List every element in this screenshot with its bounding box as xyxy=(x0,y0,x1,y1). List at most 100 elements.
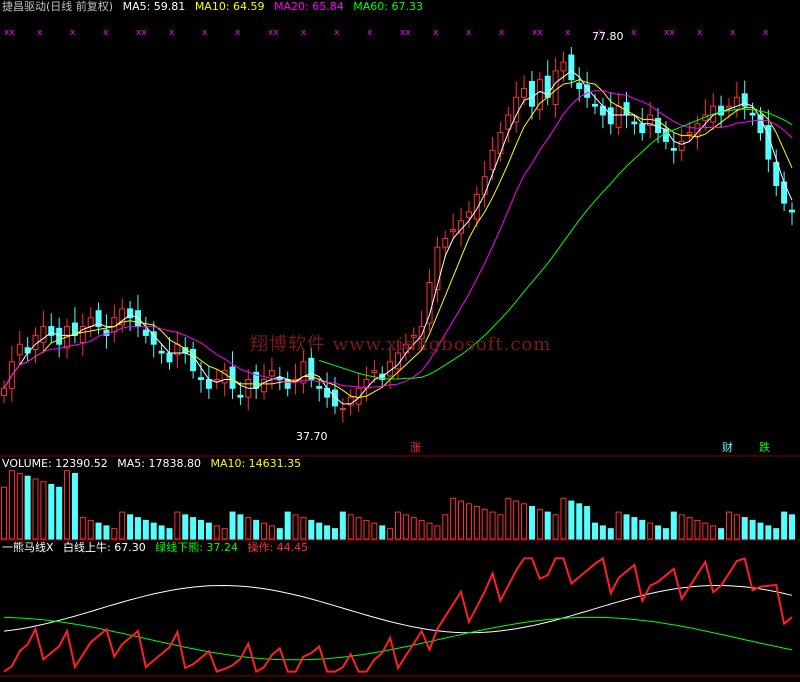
candle-body xyxy=(371,370,378,373)
candle-body xyxy=(670,147,677,151)
x-marker: xx xyxy=(4,28,15,38)
x-marker: x xyxy=(367,28,373,38)
candle-body xyxy=(465,211,472,218)
volume-bar xyxy=(339,511,346,540)
x-marker: x xyxy=(103,28,109,38)
candle-body xyxy=(781,181,788,204)
volume-bar xyxy=(347,514,354,540)
volume-bar xyxy=(1,486,7,540)
volume-label: VOLUME: 12390.52 xyxy=(2,457,108,470)
candle-body xyxy=(623,102,630,116)
candle-body xyxy=(213,378,220,382)
volume-bar xyxy=(757,522,764,540)
volume-bar xyxy=(473,506,480,540)
volume-bar xyxy=(190,517,197,540)
volume-bar xyxy=(686,517,693,540)
candle-body xyxy=(733,96,740,111)
candle-body xyxy=(205,378,212,389)
volume-bar xyxy=(87,519,94,540)
volume-ma10-label: MA10: 14631.35 xyxy=(210,457,302,470)
candle-body xyxy=(568,54,575,81)
volume-bar xyxy=(64,470,71,540)
volume-bar xyxy=(465,503,472,540)
volume-bar xyxy=(363,519,370,540)
x-marker: xx xyxy=(532,28,543,38)
candle-body xyxy=(505,114,512,130)
candle-body xyxy=(87,317,94,328)
volume-bar xyxy=(647,522,654,540)
low-label: 37.70 xyxy=(294,430,330,444)
x-marker: x xyxy=(697,28,703,38)
volume-bar xyxy=(584,506,591,540)
volume-bar xyxy=(560,497,567,540)
candle-body xyxy=(718,105,725,116)
candle-body xyxy=(450,229,457,232)
candle-body xyxy=(237,394,244,398)
volume-bar xyxy=(221,528,228,540)
candle-body xyxy=(434,246,441,291)
volume-bar xyxy=(261,522,268,540)
candle-body xyxy=(560,61,567,72)
volume-bar xyxy=(142,519,149,540)
candle-body xyxy=(276,377,283,380)
candle-body xyxy=(198,377,204,380)
volume-bar xyxy=(355,517,362,540)
volume-bar xyxy=(592,522,598,540)
candle-body xyxy=(749,112,756,116)
volume-bar xyxy=(426,522,433,540)
volume-bar xyxy=(119,511,126,540)
volume-bar xyxy=(103,525,110,540)
volume-bar xyxy=(166,528,173,540)
volume-bar xyxy=(331,528,338,540)
candle-body xyxy=(773,162,780,187)
volume-bar xyxy=(387,528,394,540)
high-value: 77.80 xyxy=(592,30,624,43)
volume-ma5-label: MA5: 17838.80 xyxy=(117,457,201,470)
volume-bar xyxy=(702,522,709,540)
volume-bar xyxy=(40,481,47,540)
candle-body xyxy=(316,386,323,389)
volume-panel-header: VOLUME: 12390.52 MA5: 17838.80 MA10: 146… xyxy=(2,457,307,471)
volume-bar xyxy=(639,519,646,540)
x-marker: x xyxy=(631,28,637,38)
candle-body xyxy=(426,281,433,324)
x-marker: x xyxy=(499,28,505,38)
bear-line-label: 绿线下熊: 37.24 xyxy=(155,541,238,554)
candle-body xyxy=(1,387,7,396)
candle-body xyxy=(607,107,614,125)
high-label: 77.80 xyxy=(590,30,626,44)
bull-line-label: 白线上牛: 67.30 xyxy=(63,541,146,554)
candle-body xyxy=(158,350,165,354)
volume-bar xyxy=(16,472,23,540)
candle-body xyxy=(552,70,559,105)
candle-body xyxy=(725,105,732,109)
x-marker: x xyxy=(730,28,736,38)
rise-marker: 涨 xyxy=(410,441,421,454)
candle-body xyxy=(686,132,693,135)
candle-body xyxy=(442,237,449,248)
volume-bar xyxy=(552,514,559,540)
volume-bar xyxy=(521,503,528,540)
volume-bar xyxy=(182,514,189,540)
volume-bar xyxy=(615,511,622,540)
volume-bar xyxy=(434,525,441,540)
volume-bar xyxy=(513,500,520,540)
volume-bar xyxy=(150,522,157,540)
volume-bar xyxy=(402,514,409,540)
volume-bar xyxy=(607,528,614,540)
x-marker: x xyxy=(202,28,208,38)
x-marker: xx xyxy=(136,28,147,38)
volume-bar xyxy=(300,517,307,540)
operate-line xyxy=(3,556,793,674)
volume-bar xyxy=(205,522,212,540)
candle-body xyxy=(16,343,23,356)
volume-bar xyxy=(71,472,78,540)
volume-bar xyxy=(324,525,331,540)
volume-bar xyxy=(733,514,740,540)
candle-body xyxy=(615,105,622,128)
volume-bar xyxy=(536,508,543,540)
volume-bar xyxy=(284,511,291,540)
volume-bar xyxy=(442,514,449,540)
fall-marker: 跌 xyxy=(759,441,770,454)
volume-bar xyxy=(48,483,55,540)
